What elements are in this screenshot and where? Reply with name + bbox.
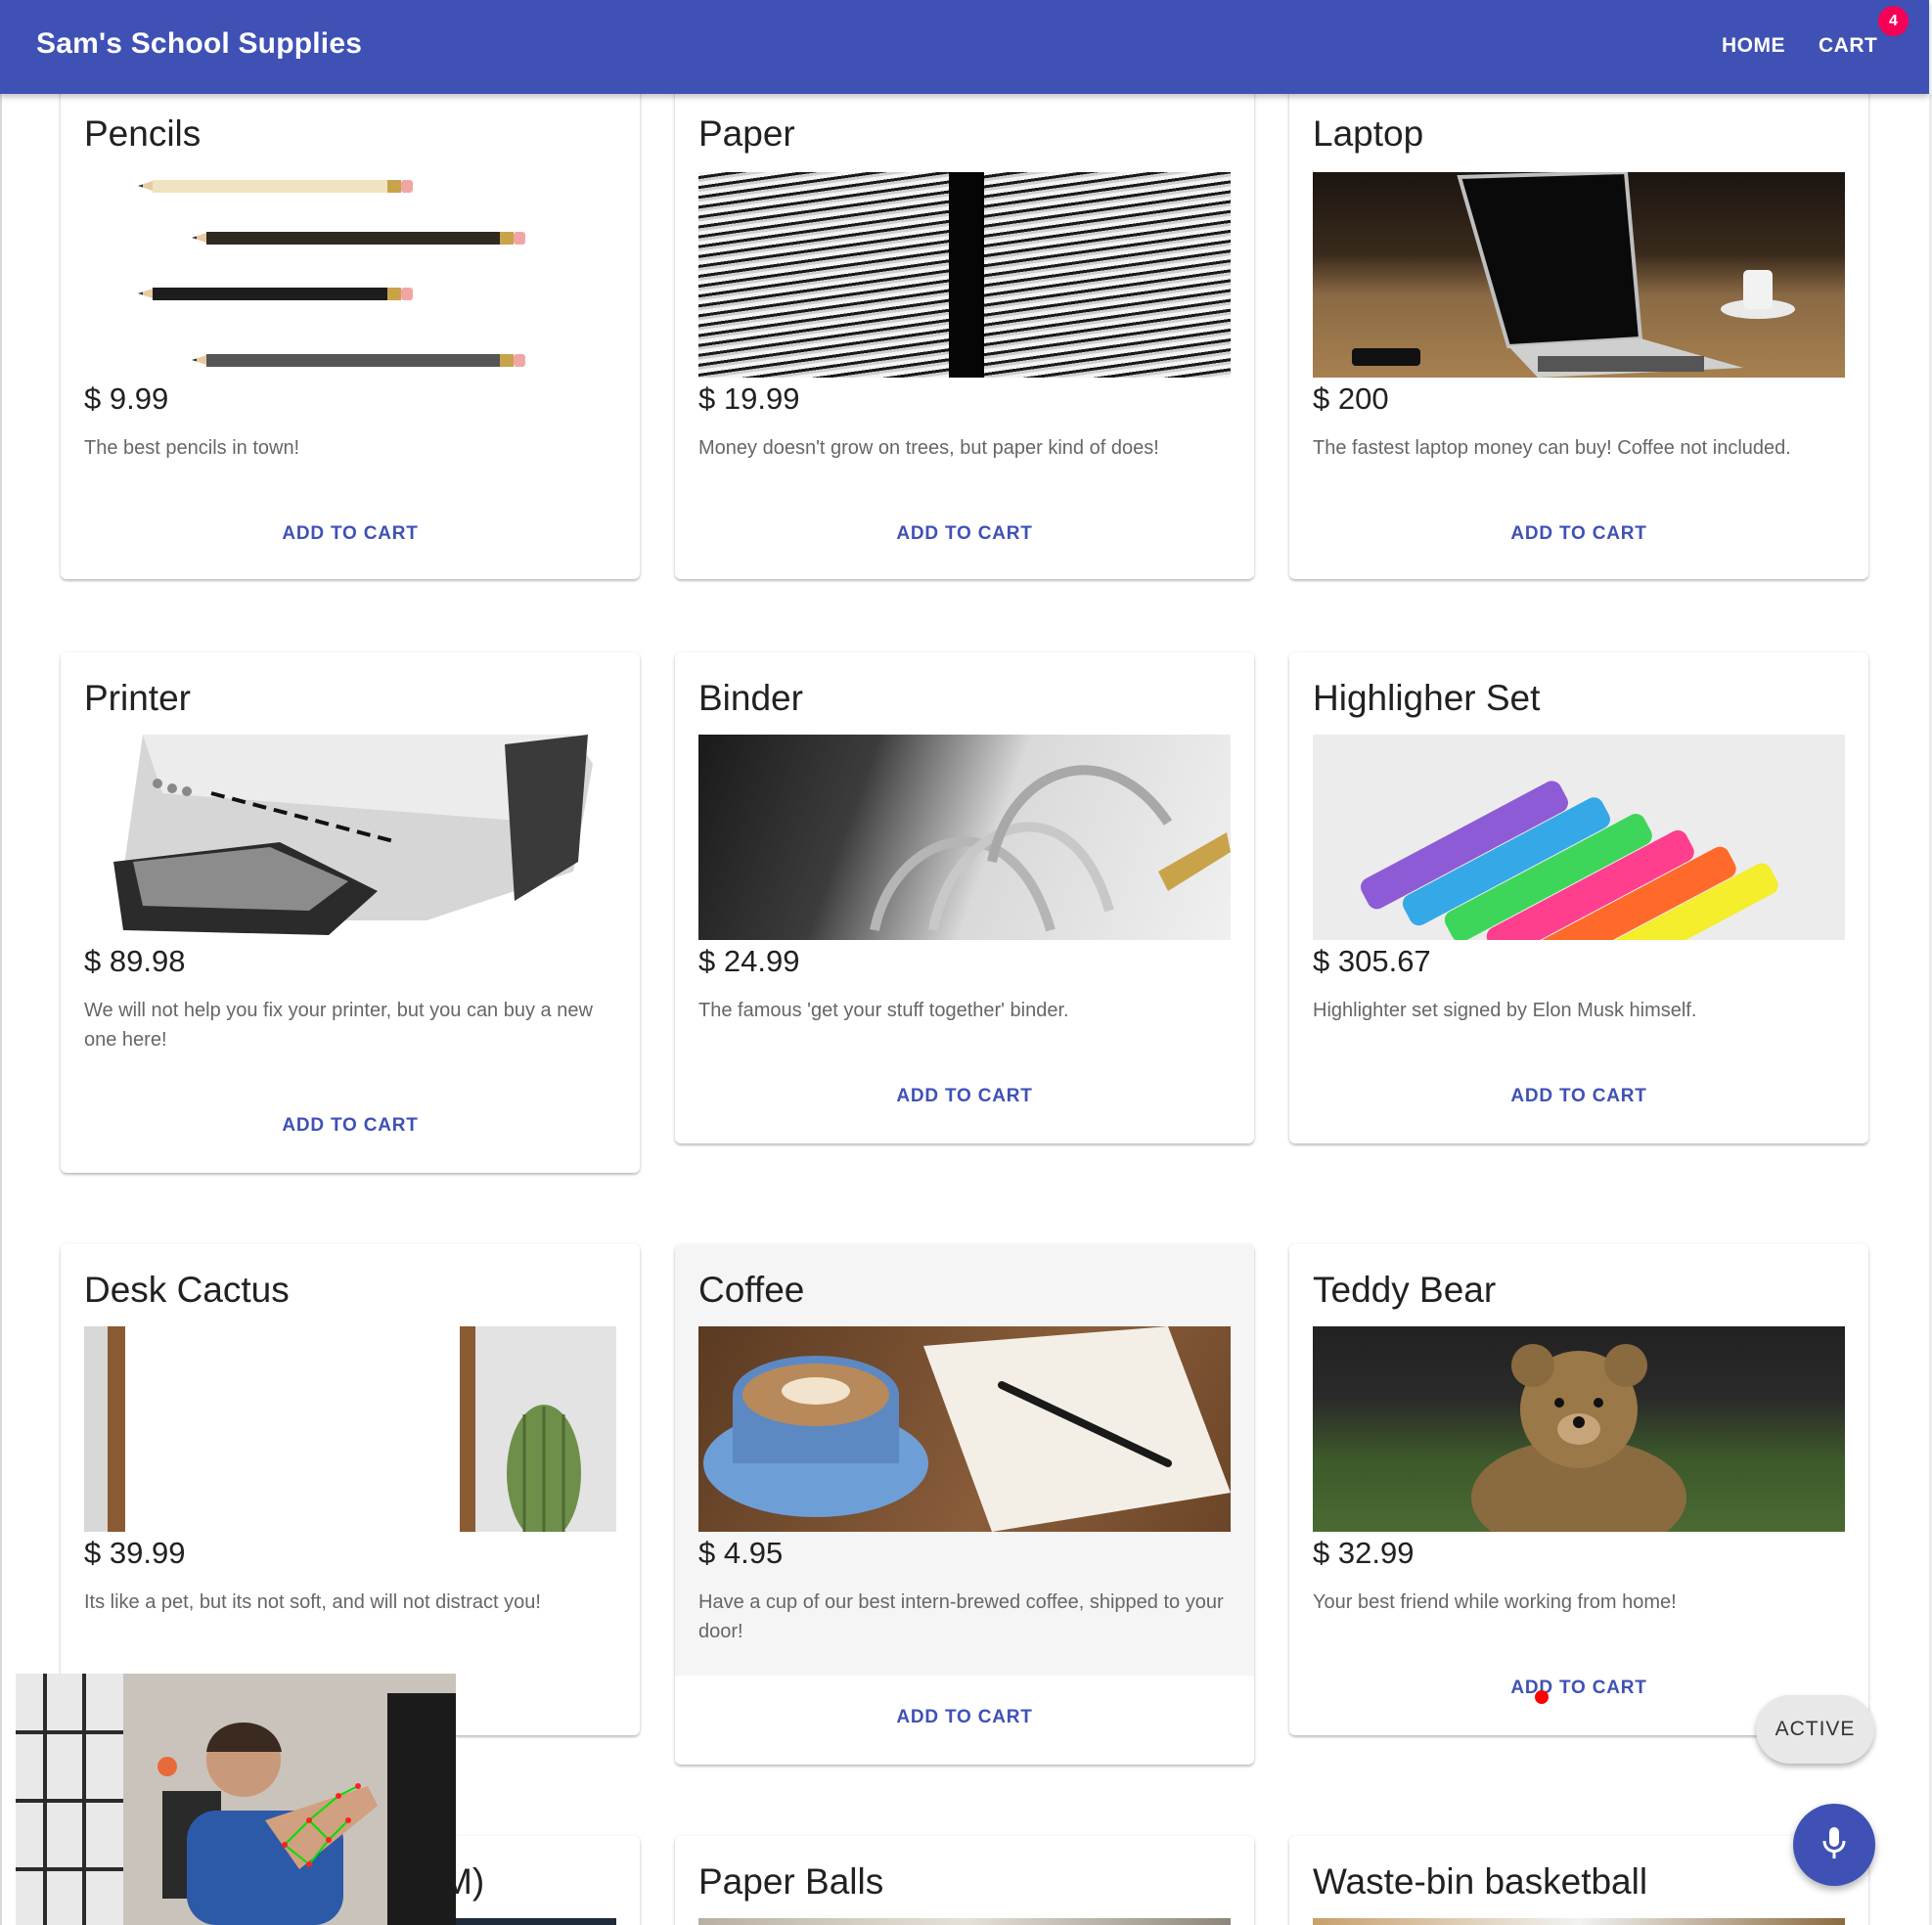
- add-to-cart-button[interactable]: ADD TO CART: [675, 1707, 1254, 1728]
- product-price: $ 89.98: [84, 944, 186, 978]
- product-card-laptop: Laptop $ 200 The fastest laptop money ca…: [1289, 78, 1868, 579]
- app-bar: Sam's School Supplies HOME CART 4: [0, 0, 1929, 94]
- product-description: The famous 'get your stuff together' bin…: [698, 1000, 1069, 1021]
- product-description: Have a cup of our best intern-brewed cof…: [698, 1591, 1224, 1642]
- product-title: Coffee: [698, 1270, 805, 1310]
- home-button[interactable]: HOME: [1722, 34, 1785, 58]
- webcam-preview: [16, 1674, 456, 1925]
- product-title: Binder: [698, 678, 803, 718]
- product-description: Your best friend while working from home…: [1313, 1591, 1677, 1613]
- teddy-bear-image: [1313, 1326, 1845, 1532]
- add-to-cart-button[interactable]: ADD TO CART: [61, 1115, 640, 1137]
- product-title: Highligher Set: [1313, 678, 1541, 718]
- product-card-pencils: Pencils $ 9.99 The best pencils in town!…: [61, 78, 640, 579]
- paper-balls-image: [698, 1918, 1231, 1925]
- product-card-highlighter-set: Highligher Set $ 305.67 Highlighter set …: [1289, 652, 1868, 1143]
- product-price: $ 39.99: [84, 1536, 186, 1570]
- product-price: $ 32.99: [1313, 1536, 1415, 1570]
- product-description: Highlighter set signed by Elon Musk hims…: [1313, 1000, 1697, 1021]
- product-price: $ 305.67: [1313, 944, 1431, 978]
- product-description: Money doesn't grow on trees, but paper k…: [698, 437, 1159, 459]
- add-to-cart-button[interactable]: ADD TO CART: [1289, 1086, 1868, 1107]
- add-to-cart-button[interactable]: ADD TO CART: [675, 523, 1254, 545]
- product-title: Laptop: [1313, 113, 1424, 154]
- highlighters-image: [1313, 735, 1845, 940]
- product-card-binder: Binder $ 24.99 The famous 'get your stuf…: [675, 652, 1254, 1143]
- product-title: Pencils: [84, 113, 202, 154]
- microphone-button[interactable]: [1793, 1804, 1875, 1886]
- printer-image: [84, 735, 616, 940]
- coffee-image: [698, 1326, 1231, 1532]
- product-description: The fastest laptop money can buy! Coffee…: [1313, 437, 1791, 459]
- product-card-paper-balls: Paper Balls: [675, 1836, 1254, 1925]
- product-title: Desk Cactus: [84, 1270, 290, 1310]
- product-card-printer: Printer $ 89.98 We will not help you fix…: [61, 652, 640, 1173]
- product-card-coffee: Coffee $ 4.95 Have a cup of our best int…: [675, 1244, 1254, 1765]
- pencils-image: [84, 172, 616, 378]
- product-title: Teddy Bear: [1313, 1270, 1497, 1310]
- product-price: $ 4.95: [698, 1536, 784, 1570]
- product-title: Paper: [698, 113, 795, 154]
- product-title: Waste-bin basketball: [1313, 1861, 1648, 1902]
- product-title: Printer: [84, 678, 191, 718]
- product-description: We will not help you fix your printer, b…: [84, 1000, 593, 1051]
- waste-bin-image: [1313, 1918, 1845, 1925]
- app-title: Sam's School Supplies: [36, 27, 363, 60]
- product-card-desk-cactus: Desk Cactus $ 39.99 Its like a pet, but …: [61, 1244, 640, 1735]
- product-price: $ 19.99: [698, 381, 800, 416]
- product-price: $ 24.99: [698, 944, 800, 978]
- pointer-cursor: [1535, 1690, 1549, 1704]
- laptop-image: [1313, 172, 1845, 378]
- add-to-cart-button[interactable]: ADD TO CART: [675, 1086, 1254, 1107]
- active-toggle-button[interactable]: ACTIVE: [1756, 1695, 1874, 1764]
- binder-image: [698, 735, 1231, 940]
- paper-stack-image: [698, 172, 1231, 378]
- left-edge: [0, 94, 2, 1925]
- product-card-paper: Paper $ 19.99 Money doesn't grow on tree…: [675, 78, 1254, 579]
- product-price: $ 200: [1313, 381, 1389, 416]
- product-card-waste-bin-basketball: Waste-bin basketball: [1289, 1836, 1868, 1925]
- cart-button[interactable]: CART: [1819, 34, 1877, 58]
- product-description: Its like a pet, but its not soft, and wi…: [84, 1591, 541, 1613]
- add-to-cart-button[interactable]: ADD TO CART: [61, 523, 640, 545]
- microphone-icon: [1820, 1825, 1849, 1865]
- add-to-cart-button[interactable]: ADD TO CART: [1289, 523, 1868, 545]
- product-title: Paper Balls: [698, 1861, 884, 1902]
- product-card-teddy-bear: Teddy Bear $ 32.99 Your best friend whil…: [1289, 1244, 1868, 1735]
- product-price: $ 9.99: [84, 381, 169, 416]
- cactus-image: [84, 1326, 616, 1532]
- cart-count-badge: 4: [1878, 6, 1909, 36]
- product-description: The best pencils in town!: [84, 437, 300, 459]
